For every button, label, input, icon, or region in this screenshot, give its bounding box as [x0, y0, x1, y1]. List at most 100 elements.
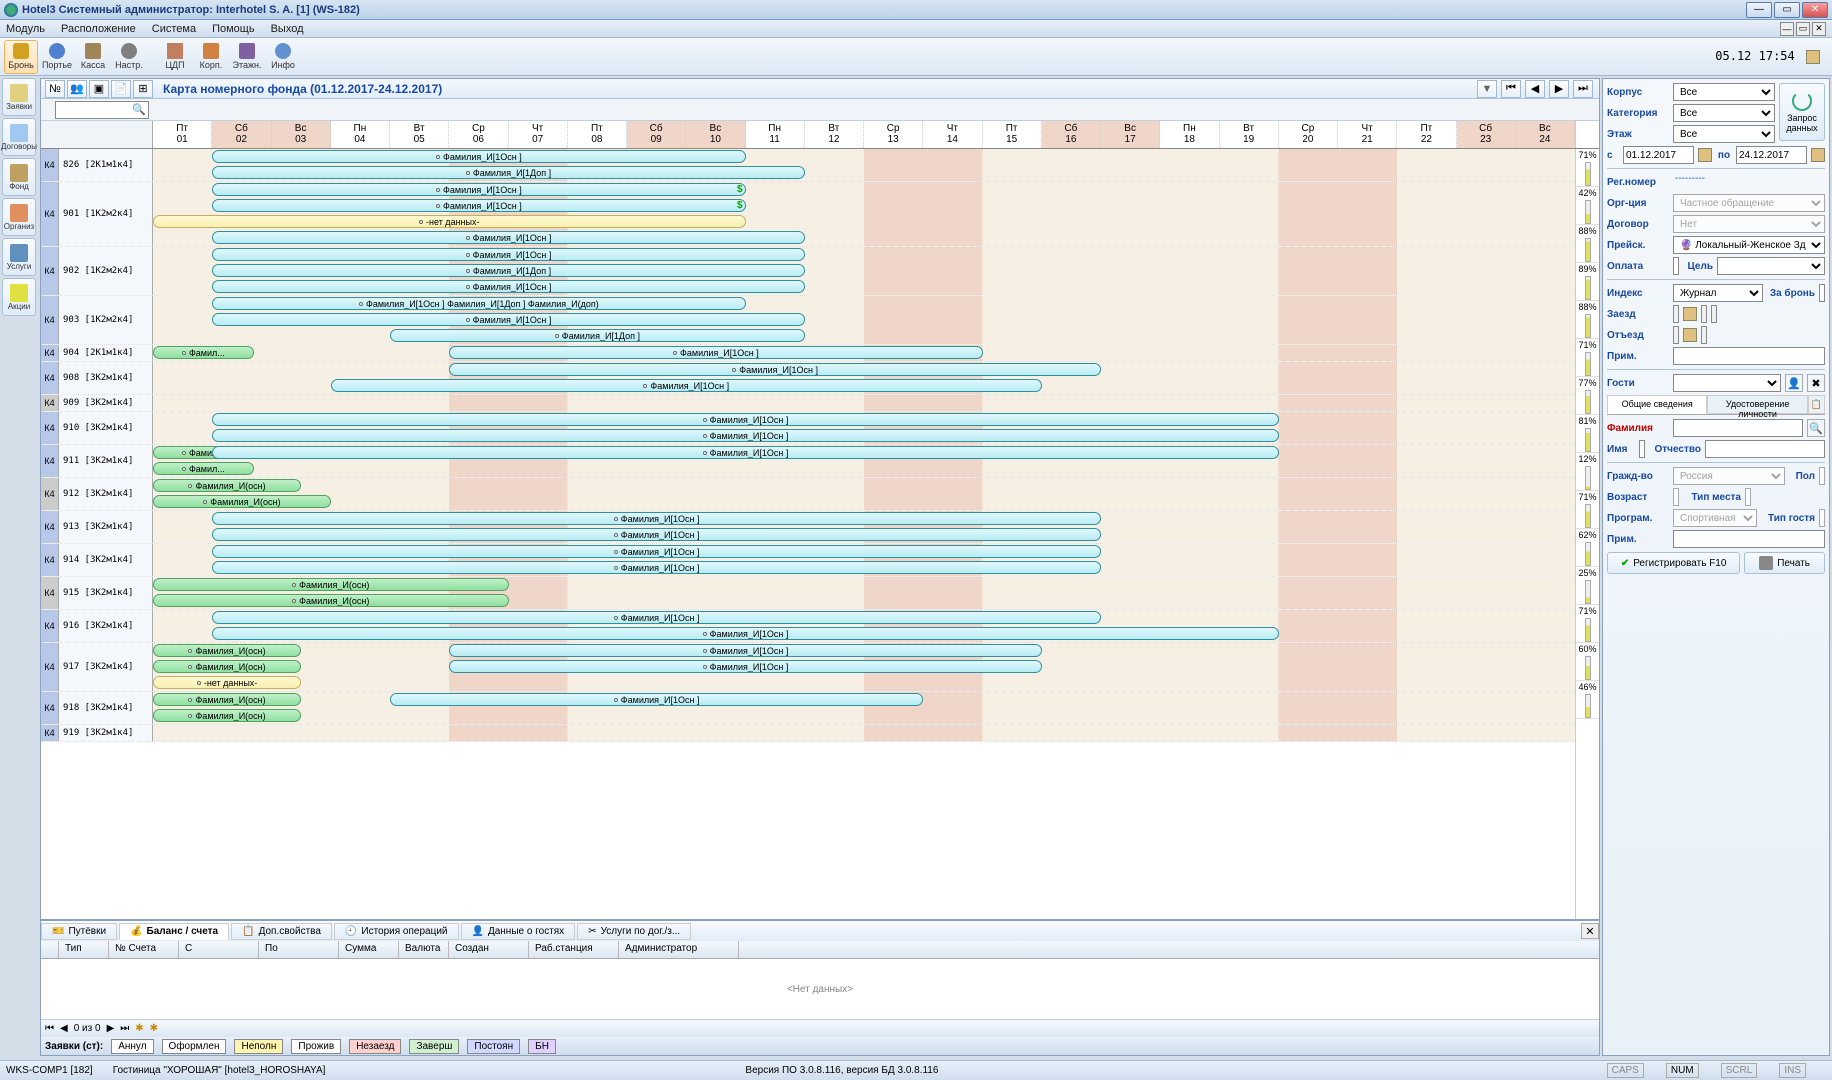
booking-bar[interactable]: Фамил... — [153, 346, 254, 359]
bars-area[interactable]: Фамилия_И[1Осн ] Фамилия_И[1Доп ] Фамили… — [153, 296, 1575, 344]
date-to[interactable] — [1736, 146, 1807, 164]
bars-area[interactable]: Фамилия_И(осн)Фамилия_И[1Осн ]Фамилия_И(… — [153, 643, 1575, 691]
bars-area[interactable]: Фамилия_И[1Осн ]Фамилия_И[1Осн ] — [153, 362, 1575, 394]
bars-area[interactable]: Фамил...Фамилия_И[1Осн ] — [153, 345, 1575, 361]
bars-area[interactable]: Фамилия_И[1Осн ]Фамилия_И[1Осн ] — [153, 412, 1575, 444]
tab-putevki[interactable]: 🎫Путёвки — [41, 923, 117, 940]
booking-bar[interactable]: Фамилия_И(осн) — [153, 709, 301, 722]
booking-bar[interactable]: Фамилия_И[1Доп ] — [212, 166, 805, 179]
booking-bar[interactable]: Фамилия_И[1Осн ] — [449, 660, 1042, 673]
register-button[interactable]: ✔Регистрировать F10 — [1607, 552, 1740, 574]
booking-bar[interactable]: Фамил... — [153, 462, 254, 475]
filter-icon[interactable] — [1477, 80, 1497, 98]
room-row[interactable]: К4 908 [3К2м1к4] Фамилия_И[1Осн ]Фамилия… — [41, 362, 1599, 395]
booking-bar[interactable]: Фамилия_И[1Осн ] — [449, 644, 1042, 657]
gantt-btn-3[interactable]: ▣ — [89, 80, 109, 98]
bars-area[interactable] — [153, 395, 1575, 411]
side-uslugi[interactable]: Услуги — [2, 238, 36, 276]
calendar-from-icon[interactable] — [1698, 148, 1712, 162]
gantt-btn-2[interactable]: 👥 — [67, 80, 87, 98]
sel-preisc[interactable]: 🔮 Локальный-Женское Здоровье — [1673, 236, 1825, 254]
booking-bar[interactable]: Фамилия_И[1Осн ] — [212, 248, 805, 261]
nav-last[interactable] — [1573, 80, 1593, 98]
nav-prev-icon[interactable]: ◀ — [60, 1023, 68, 1034]
booking-bar[interactable]: Фамилия_И[1Осн ] — [212, 545, 1101, 558]
tool-info[interactable]: Инфо — [266, 40, 300, 74]
search-input[interactable]: 🔍 — [55, 101, 149, 119]
inp-zaezd-date[interactable] — [1673, 305, 1679, 323]
side-dogovory[interactable]: Договоры — [2, 118, 36, 156]
inp-imya[interactable] — [1639, 440, 1645, 458]
booking-bar[interactable]: -нет данных- — [153, 215, 746, 228]
room-row[interactable]: К4 902 [1К2м2к4] Фамилия_И[1Осн ]Фамилия… — [41, 247, 1599, 296]
inp-otezd-time[interactable] — [1701, 326, 1707, 344]
bars-area[interactable]: Фамилия_И(осн)Фамилия_И(осн) — [153, 577, 1575, 609]
menu-help[interactable]: Помощь — [212, 23, 255, 35]
grid-col-header[interactable]: Администратор — [619, 941, 739, 958]
tool-korp[interactable]: Корп. — [194, 40, 228, 74]
booking-bar[interactable]: Фамилия_И[1Осн ] — [212, 627, 1279, 640]
inp-familia[interactable] — [1673, 419, 1803, 437]
add-guest-button[interactable]: 👤 — [1785, 374, 1803, 392]
nav-next-icon[interactable]: ▶ — [107, 1023, 115, 1034]
nav-next[interactable] — [1549, 80, 1569, 98]
room-row[interactable]: К4 826 [2К1м1к4] Фамилия_И[1Осн ]Фамилия… — [41, 149, 1599, 182]
booking-bar[interactable]: Фамилия_И[1Осн ] — [212, 231, 805, 244]
grid-col-header[interactable]: № Счета — [109, 941, 179, 958]
booking-bar[interactable]: Фамилия_И[1Осн ] — [212, 561, 1101, 574]
booking-bar[interactable]: Фамилия_И(осн) — [153, 578, 509, 591]
maximize-button[interactable]: ▭ — [1774, 2, 1800, 18]
grid-col-header[interactable] — [41, 941, 59, 958]
booking-bar[interactable]: Фамилия_И[1Осн ] — [212, 528, 1101, 541]
tab-obshie[interactable]: Общие сведения — [1607, 395, 1707, 414]
bars-area[interactable]: Фамилия_И(осн)Фамилия_И(осн) — [153, 478, 1575, 510]
date-from[interactable] — [1623, 146, 1694, 164]
tool-etazh[interactable]: Этажн. — [230, 40, 264, 74]
side-organiz[interactable]: Организ — [2, 198, 36, 236]
sel-korpus[interactable]: Все — [1673, 83, 1775, 101]
booking-bar[interactable]: Фамилия_И(осн) — [153, 693, 301, 706]
sel-oplata[interactable]: Нал — [1673, 257, 1679, 275]
booking-bar[interactable]: Фамилия_И[1Осн ] — [212, 313, 805, 326]
bars-area[interactable] — [153, 725, 1575, 741]
inp-prim1[interactable] — [1673, 347, 1825, 365]
lookup-button[interactable]: 🔍 — [1807, 419, 1825, 437]
booking-bar[interactable]: Фамилия_И(осн) — [153, 495, 331, 508]
inp-otezd-date[interactable] — [1673, 326, 1679, 344]
booking-bar[interactable]: Фамилия_И[1Осн ] — [212, 446, 1279, 459]
booking-bar[interactable]: Фамилия_И[1Осн ] — [212, 611, 1101, 624]
side-fond[interactable]: Фонд — [2, 158, 36, 196]
room-row[interactable]: К4 918 [3К2м1к4] Фамилия_И(осн)Фамилия_И… — [41, 692, 1599, 725]
booking-bar[interactable]: Фамилия_И[1Осн ] — [212, 150, 745, 163]
tab-dopsvoistva[interactable]: 📋Доп.свойства — [231, 923, 332, 940]
mdi-close[interactable]: ✕ — [1812, 22, 1826, 36]
mdi-minimize[interactable]: — — [1780, 22, 1794, 36]
booking-bar[interactable]: Фамилия_И(осн) — [153, 644, 301, 657]
calendar-icon[interactable] — [1806, 50, 1820, 64]
booking-bar[interactable]: Фамилия_И[1Доп ] — [212, 264, 805, 277]
gantt-btn-1[interactable]: № — [45, 80, 65, 98]
grid-col-header[interactable]: Валюта — [399, 941, 449, 958]
inp-otchestvo[interactable] — [1705, 440, 1825, 458]
sel-etazh[interactable]: Все — [1673, 125, 1775, 143]
tool-cdp[interactable]: ЦДП — [158, 40, 192, 74]
bars-area[interactable]: Фамилия_И[1Осн ] Фамилия_И[1Осн ] — [153, 544, 1575, 576]
room-row[interactable]: К4 915 [3К2м1к4] Фамилия_И(осн)Фамилия_И… — [41, 577, 1599, 610]
booking-bar[interactable]: Фамилия_И[1Осн ] Фамилия_И[1Доп ] Фамили… — [212, 297, 745, 310]
grid-col-header[interactable]: Создан — [449, 941, 529, 958]
grid-col-header[interactable]: По — [259, 941, 339, 958]
menu-system[interactable]: Система — [152, 23, 196, 35]
grid-col-header[interactable]: С — [179, 941, 259, 958]
menu-module[interactable]: Модуль — [6, 23, 45, 35]
booking-bar[interactable]: Фамилия_И[1Осн ] — [212, 413, 1279, 426]
zapros-button[interactable]: Запрос данных — [1779, 83, 1825, 141]
nav-star2[interactable]: ✱ — [150, 1023, 158, 1034]
tab-istoriya[interactable]: 🕘История операций — [334, 923, 459, 940]
print-button[interactable]: Печать — [1744, 552, 1825, 574]
nav-star1[interactable]: ✱ — [135, 1023, 143, 1034]
tab-balans[interactable]: 💰Баланс / счета — [119, 923, 229, 940]
booking-bar[interactable]: Фамилия_И[1Осн ] — [212, 280, 805, 293]
sel-gosti[interactable] — [1673, 374, 1781, 392]
grid-col-header[interactable]: Раб.станция — [529, 941, 619, 958]
bars-area[interactable]: Фамилия_И[1Осн ]$Фамилия_И[1Осн ]$-нет д… — [153, 182, 1575, 246]
